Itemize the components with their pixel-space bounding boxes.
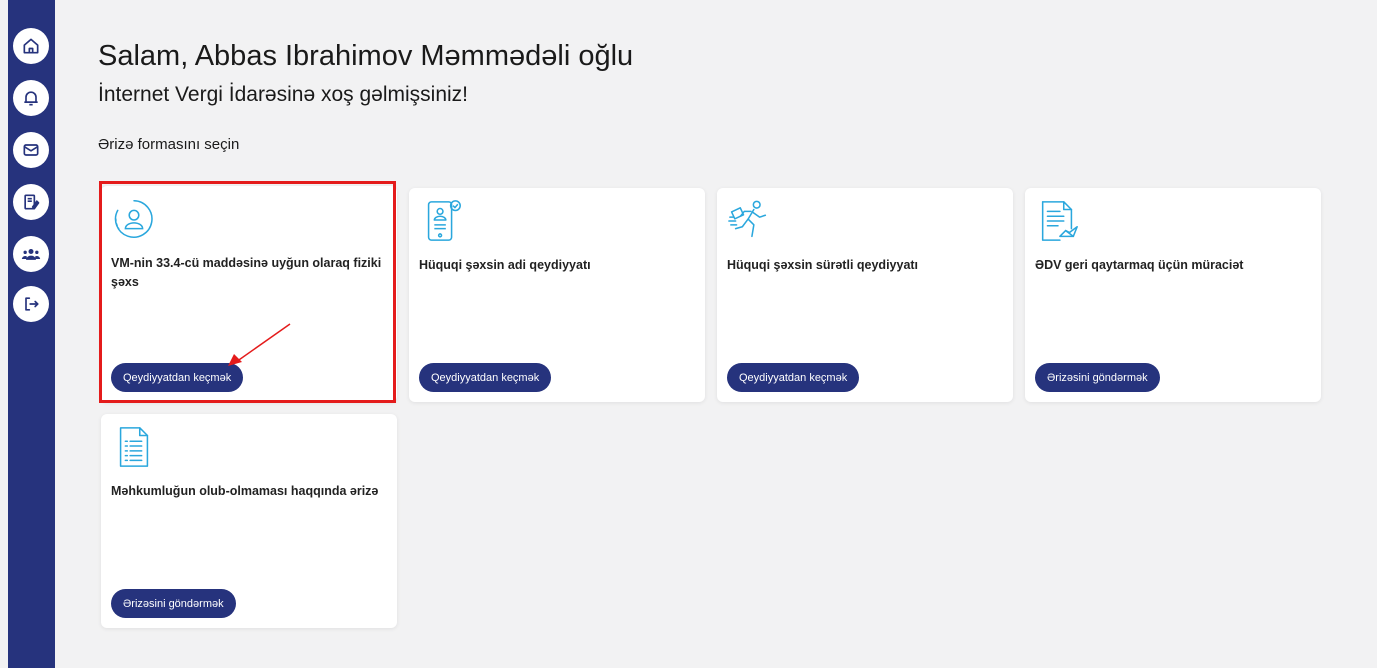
card-title: Hüquqi şəxsin sürətli qeydiyyatı bbox=[727, 258, 919, 272]
document-edit-icon bbox=[24, 194, 40, 210]
nav-documents-button[interactable] bbox=[13, 184, 49, 220]
application-card-legal-regular: Hüquqi şəxsin adi qeydiyyatı Qeydiyyatda… bbox=[409, 188, 705, 402]
submit-application-button[interactable]: Ərizəsini göndərmək bbox=[1035, 363, 1160, 392]
nav-users-button[interactable] bbox=[13, 236, 49, 272]
running-person-icon bbox=[728, 200, 767, 238]
application-card-vat-refund: ƏDV geri qaytarmaq üçün müraciət Ərizəsi… bbox=[1025, 188, 1321, 402]
card-title: Hüquqi şəxsin adi qeydiyyatı bbox=[419, 258, 591, 272]
submit-application-button[interactable]: Ərizəsini göndərmək bbox=[111, 589, 236, 618]
logout-icon bbox=[25, 297, 39, 311]
home-icon bbox=[23, 38, 39, 54]
welcome-subtitle: İnternet Vergi İdarəsinə xoş gəlmişsiniz… bbox=[98, 83, 469, 106]
greeting-title: Salam, Abbas Ibrahimov Məmmədəli oğlu bbox=[98, 40, 634, 72]
users-icon bbox=[21, 249, 41, 260]
application-card-legal-fast: Hüquqi şəxsin sürətli qeydiyyatı Qeydiyy… bbox=[717, 188, 1013, 402]
user-circle-icon bbox=[114, 200, 153, 238]
register-button[interactable]: Qeydiyyatdan keçmək bbox=[727, 363, 860, 392]
bell-icon bbox=[24, 91, 38, 106]
mail-icon bbox=[23, 144, 39, 156]
document-list-icon bbox=[119, 427, 149, 467]
card-title: Məhkumluğun olub-olmaması haqqında ərizə bbox=[111, 484, 379, 498]
nav-logout-button[interactable] bbox=[13, 286, 49, 322]
nav-notifications-button[interactable] bbox=[13, 80, 49, 116]
form-select-label: Ərizə formasını seçin bbox=[98, 136, 240, 153]
application-card-criminal-record: Məhkumluğun olub-olmaması haqqında ərizə… bbox=[101, 414, 397, 628]
card-title: ƏDV geri qaytarmaq üçün müraciət bbox=[1035, 258, 1244, 272]
id-card-icon bbox=[427, 200, 461, 241]
document-send-icon bbox=[1041, 201, 1078, 241]
register-button[interactable]: Qeydiyyatdan keçmək bbox=[419, 363, 552, 392]
sidebar bbox=[8, 0, 55, 668]
card-title: VM-nin 33.4-cü maddəsinə uyğun olaraq fi… bbox=[111, 256, 382, 289]
pointer-arrow-icon bbox=[228, 323, 291, 366]
nav-messages-button[interactable] bbox=[13, 132, 49, 168]
nav-home-button[interactable] bbox=[13, 28, 49, 64]
